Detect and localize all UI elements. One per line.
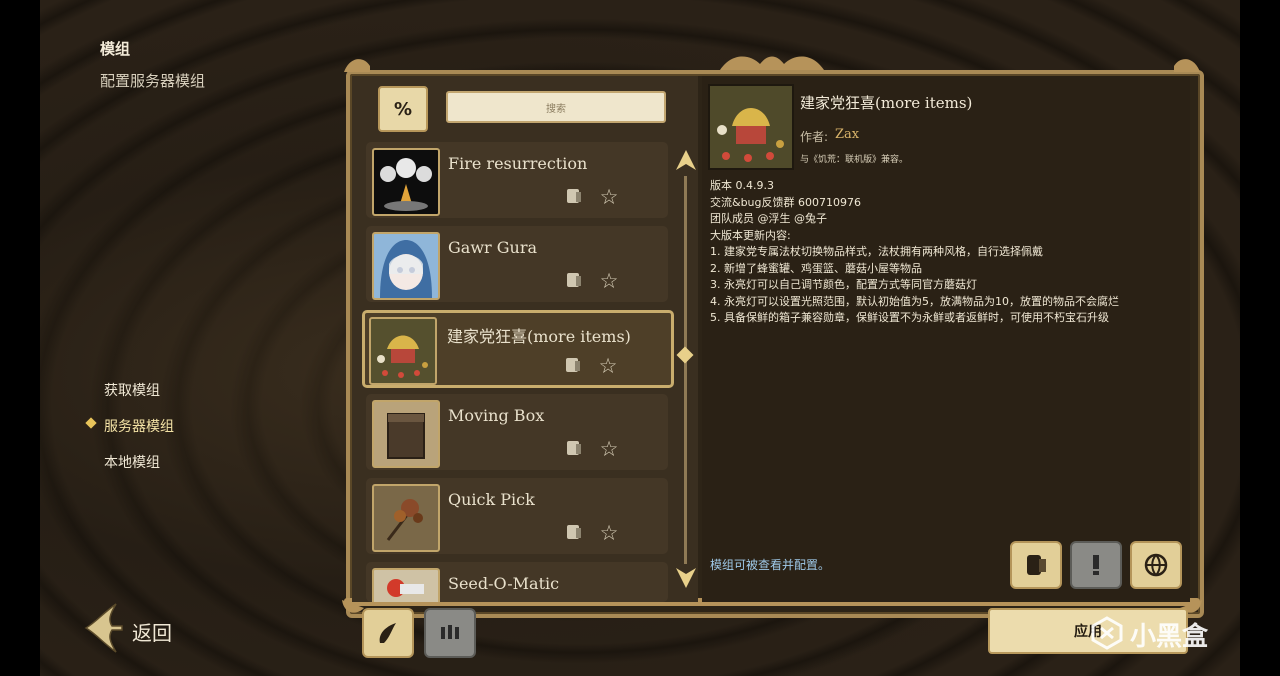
description-line: 大版本更新内容: xyxy=(710,228,791,242)
watermark-logo-icon xyxy=(1091,616,1123,650)
percent-icon: % xyxy=(393,98,413,120)
broom-icon xyxy=(379,623,396,643)
description-line: 3. 永亮灯可以自己调节颜色，配置方式等同官方蘑菇灯 xyxy=(710,278,977,291)
mod-detail-title: 建家党狂喜(more items) xyxy=(800,94,973,112)
globe-icon xyxy=(1144,553,1168,577)
mod-list-item[interactable]: Quick Pick ☆ xyxy=(366,478,668,554)
mod-detail-thumbnail xyxy=(708,84,794,170)
mod-list-item-selected[interactable]: 建家党狂喜(more items) ☆ xyxy=(362,310,674,388)
mod-name: 建家党狂喜(more items) xyxy=(447,327,631,346)
mod-description: 版本 0.4.9.3 交流&bug反馈群 600710976 团队成员 @浮生 … xyxy=(710,178,1180,327)
web-link-button[interactable] xyxy=(1130,541,1182,589)
workshop-icon xyxy=(567,525,581,539)
workshop-icon xyxy=(567,273,581,287)
favorite-star-icon[interactable]: ☆ xyxy=(598,438,620,460)
mod-thumbnail xyxy=(372,400,440,468)
back-label: 返回 xyxy=(132,621,172,645)
favorite-star-icon[interactable]: ☆ xyxy=(598,270,620,292)
author-name: Zax xyxy=(835,127,860,142)
workshop-icon xyxy=(567,441,581,455)
description-line: 交流&bug反馈群 600710976 xyxy=(710,195,861,209)
mod-name: Moving Box xyxy=(448,406,545,425)
mod-list-item[interactable]: Fire resurrection ☆ xyxy=(366,142,668,218)
compatibility-text: 与《饥荒：联机版》兼容。 xyxy=(800,155,909,165)
mod-thumbnail xyxy=(369,317,437,385)
exclamation-icon xyxy=(1093,555,1099,575)
mod-name: Gawr Gura xyxy=(448,238,538,257)
workshop-icon xyxy=(566,358,580,372)
mod-thumbnail xyxy=(372,232,440,300)
nav-item-get-mods[interactable]: 获取模组 xyxy=(104,380,160,400)
mod-list-item[interactable]: Seed-O-Matic xyxy=(366,562,668,602)
search-placeholder: 搜索 xyxy=(546,103,566,115)
description-line: 团队成员 @浮生 @兔子 xyxy=(710,212,827,225)
mod-thumbnail xyxy=(372,148,440,216)
update-button[interactable] xyxy=(424,608,476,658)
mod-name: Seed-O-Matic xyxy=(448,574,560,593)
workshop-icon xyxy=(567,189,581,203)
nav-item-server-mods[interactable]: 服务器模组 xyxy=(104,416,174,436)
favorite-star-icon[interactable]: ☆ xyxy=(598,522,620,544)
scroll-up-arrow-icon[interactable] xyxy=(674,148,698,172)
workshop-button[interactable] xyxy=(1010,541,1062,589)
watermark: 小黑盒 xyxy=(1090,614,1246,654)
description-line: 1. 建家党专属法杖切换物品样式，法杖拥有两种风格，自行选择佩戴 xyxy=(710,245,1043,258)
description-line: 5. 具备保鲜的箱子兼容勋章，保鲜设置不为永鲜或者返鲜时，可使用不朽宝石升级 xyxy=(710,311,1109,324)
update-icon xyxy=(441,625,459,639)
page-title: 模组 xyxy=(100,40,131,58)
mod-list-item[interactable]: Moving Box ☆ xyxy=(366,394,668,470)
author-label: 作者: xyxy=(800,130,829,144)
scrollbar-track[interactable] xyxy=(684,176,687,564)
mod-list-item[interactable]: Gawr Gura ☆ xyxy=(366,226,668,302)
description-line: 2. 新增了蜂蜜罐、鸡蛋篮、蘑菇小屋等物品 xyxy=(710,261,922,275)
mod-thumbnail xyxy=(372,568,440,602)
filter-button[interactable]: % xyxy=(378,86,428,132)
back-button[interactable]: 返回 xyxy=(82,600,202,656)
scroll-down-arrow-icon[interactable] xyxy=(674,566,698,590)
clean-button[interactable] xyxy=(362,608,414,658)
mod-name: Quick Pick xyxy=(448,490,535,509)
download-button[interactable] xyxy=(1070,541,1122,589)
favorite-star-icon[interactable]: ☆ xyxy=(597,355,619,377)
search-input[interactable]: 搜索 xyxy=(446,91,666,123)
watermark-text: 小黑盒 xyxy=(1130,622,1209,652)
page-subtitle: 配置服务器模组 xyxy=(100,72,206,90)
back-arrow-icon xyxy=(84,603,123,653)
config-note: 模组可被查看并配置。 xyxy=(710,558,831,572)
mod-thumbnail xyxy=(372,484,440,552)
description-line: 版本 0.4.9.3 xyxy=(710,179,774,192)
favorite-star-icon[interactable]: ☆ xyxy=(598,186,620,208)
mod-name: Fire resurrection xyxy=(448,154,588,173)
workshop-icon xyxy=(1027,555,1046,575)
nav-item-local-mods[interactable]: 本地模组 xyxy=(104,452,160,472)
description-line: 4. 永亮灯可以设置光照范围，默认初始值为5，放满物品为10，放置的物品不会腐烂 xyxy=(710,294,1119,308)
